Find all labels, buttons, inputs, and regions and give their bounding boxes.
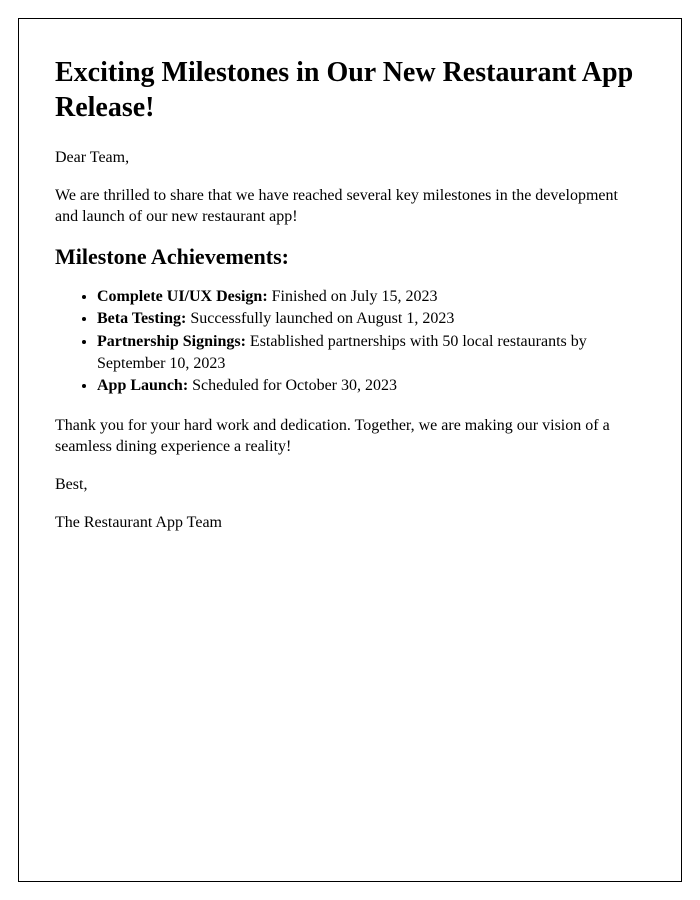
document-container: Exciting Milestones in Our New Restauran… [18,18,682,882]
milestone-label: Complete UI/UX Design: [97,288,268,305]
milestone-label: App Launch: [97,377,188,394]
milestone-list: Complete UI/UX Design: Finished on July … [55,286,645,397]
milestone-text: Scheduled for October 30, 2023 [188,377,397,394]
greeting: Dear Team, [55,147,645,169]
intro-paragraph: We are thrilled to share that we have re… [55,185,645,228]
thanks-paragraph: Thank you for your hard work and dedicat… [55,415,645,458]
section-heading: Milestone Achievements: [55,244,645,270]
signoff: Best, [55,474,645,496]
milestone-label: Partnership Signings: [97,333,246,350]
list-item: Partnership Signings: Established partne… [97,331,645,374]
milestone-label: Beta Testing: [97,310,186,327]
signature: The Restaurant App Team [55,512,645,534]
list-item: App Launch: Scheduled for October 30, 20… [97,375,645,397]
milestone-text: Successfully launched on August 1, 2023 [186,310,454,327]
page-title: Exciting Milestones in Our New Restauran… [55,55,645,125]
milestone-text: Finished on July 15, 2023 [268,288,438,305]
list-item: Beta Testing: Successfully launched on A… [97,308,645,330]
list-item: Complete UI/UX Design: Finished on July … [97,286,645,308]
